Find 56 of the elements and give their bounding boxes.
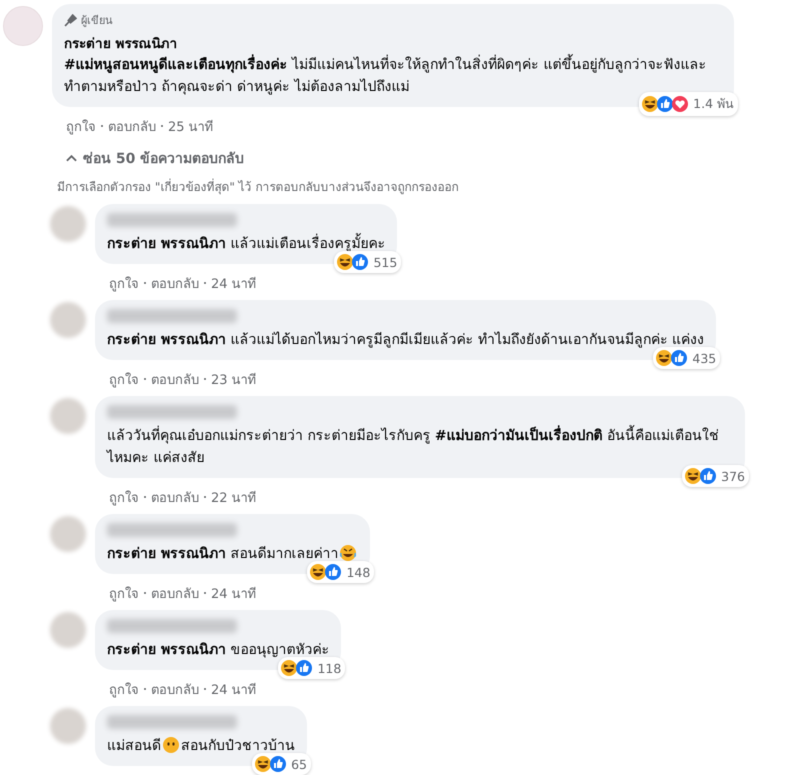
- laughing-emoji-icon: [339, 544, 358, 562]
- timestamp: 25 นาที: [168, 118, 214, 136]
- reaction-count-badge[interactable]: 515: [334, 251, 402, 273]
- thumbs-up-icon: [656, 95, 674, 113]
- blurred-avatar[interactable]: [50, 516, 86, 552]
- reaction-count-badge[interactable]: 148: [307, 561, 374, 583]
- timestamp: 22 นาที: [211, 490, 257, 508]
- timestamp: 24 นาที: [211, 276, 257, 294]
- reply-link[interactable]: ตอบกลับ: [151, 678, 199, 700]
- reaction-count-badge[interactable]: 118: [278, 657, 346, 679]
- face-without-mouth-emoji-icon: [162, 736, 180, 754]
- reply-link[interactable]: ตอบกลับ: [108, 116, 156, 136]
- thumbs-up-icon: [351, 253, 370, 271]
- blurred-avatar[interactable]: [50, 612, 86, 648]
- reply-link[interactable]: ตอบกลับ: [151, 272, 199, 294]
- reaction-count-badge[interactable]: 435: [653, 347, 720, 369]
- thumbs-up-icon: [324, 563, 342, 581]
- timestamp: 24 นาที: [211, 586, 257, 604]
- author-name[interactable]: กระต่าย พรรณนิภา: [64, 32, 722, 54]
- laughing-face-icon: [655, 349, 674, 367]
- laughing-face-icon: [336, 253, 354, 271]
- timestamp: 24 นาที: [211, 682, 257, 700]
- reaction-count-badge[interactable]: 65: [252, 753, 311, 775]
- chevron-up-icon: [66, 154, 77, 162]
- thumbs-up-icon: [670, 349, 688, 367]
- laughing-face-icon: [254, 755, 272, 773]
- thumbs-up-icon: [295, 659, 314, 677]
- reply-text: กระต่าย พรรณนิภา ขออนุญาตหัวค่ะ: [107, 641, 330, 660]
- blurred-avatar[interactable]: [50, 302, 86, 338]
- reaction-count-badge[interactable]: 376: [682, 465, 749, 487]
- blurred-avatar[interactable]: [50, 398, 86, 434]
- laughing-face-icon: [309, 563, 328, 581]
- like-link[interactable]: ถูกใจ: [109, 368, 139, 390]
- like-link[interactable]: ถูกใจ: [109, 678, 139, 700]
- reply-text: แม่สอนดี สอนกับป๋วชาวบ้าน: [107, 735, 295, 756]
- blurred-avatar[interactable]: [50, 708, 86, 744]
- author-label: ผู้เขียน: [81, 13, 113, 29]
- like-link[interactable]: ถูกใจ: [109, 486, 139, 508]
- thumbs-up-icon: [269, 755, 288, 773]
- filter-note: มีการเลือกตัวกรอง "เกี่ยวข้องที่สุด" ไว้ การตอบกลับบางส่วนจึงอาจถูกกรองออก: [56, 178, 460, 196]
- reply-text: กระต่าย พรรณนิภา แล้วแม่ได้บอกไหมว่าครูมีลูกมีเมียแล้วค่ะ ทำไมถึงยังด้านเอากันจนมีลูกค่ะ แค่งง: [107, 330, 704, 350]
- laughing-face-icon: [641, 95, 660, 113]
- hide-replies-link[interactable]: ซ่อน 50 ข้อความตอบกลับ: [52, 137, 244, 169]
- timestamp: 23 นาที: [211, 372, 257, 390]
- like-link[interactable]: ถูกใจ: [66, 116, 96, 136]
- blurred-avatar[interactable]: [50, 206, 86, 242]
- thumbs-up-icon: [699, 467, 718, 485]
- like-link[interactable]: ถูกใจ: [109, 272, 139, 294]
- like-link[interactable]: ถูกใจ: [109, 582, 139, 604]
- reply-link[interactable]: ตอบกลับ: [151, 582, 199, 604]
- laughing-face-icon: [684, 467, 702, 485]
- laughing-face-icon: [280, 659, 298, 677]
- reaction-count-badge[interactable]: 1.4 พัน: [639, 92, 738, 116]
- avatar-photo-placeholder[interactable]: [3, 6, 43, 46]
- reply-link[interactable]: ตอบกลับ: [151, 486, 199, 508]
- reply-link[interactable]: ตอบกลับ: [151, 368, 199, 390]
